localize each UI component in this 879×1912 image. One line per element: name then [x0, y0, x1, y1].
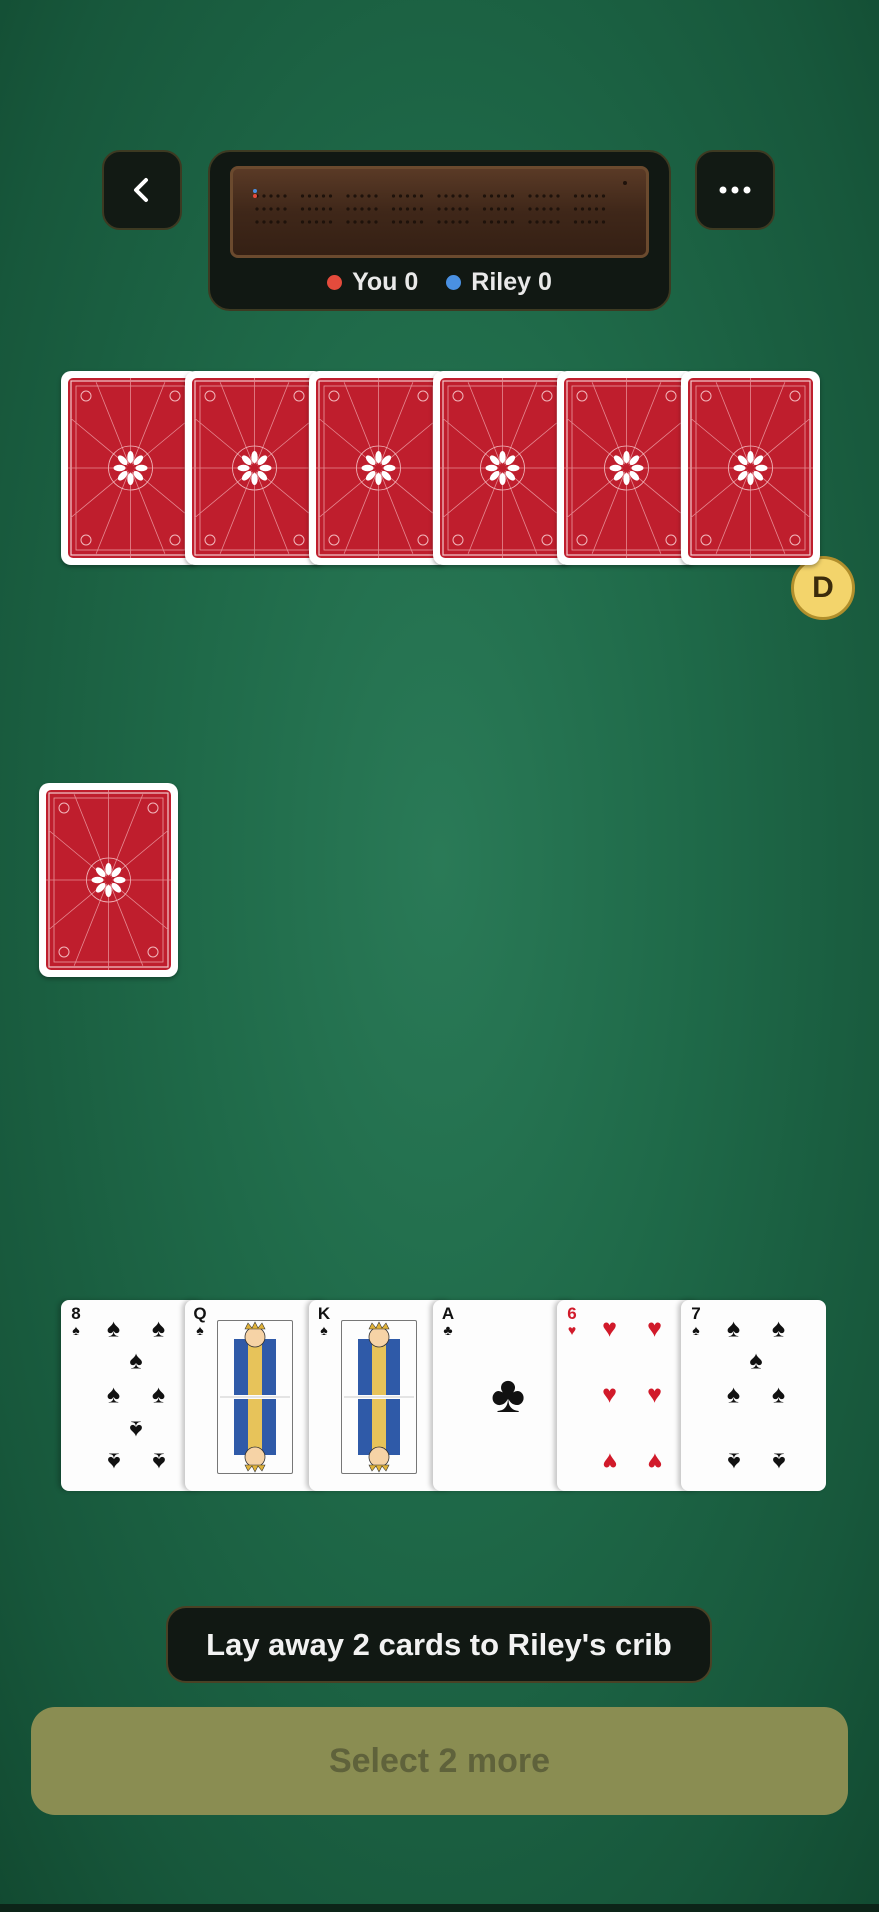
back-button[interactable] [102, 150, 182, 230]
status-text: Lay away 2 cards to Riley's crib [206, 1626, 672, 1662]
score-you: You 0 [327, 268, 418, 297]
dealer-badge-label: D [812, 571, 834, 604]
suit-pip: ♠ [151, 1447, 166, 1476]
chevron-left-icon [134, 178, 148, 202]
score-you-label: You 0 [352, 268, 419, 296]
suit-pip: ♠ [106, 1380, 121, 1409]
card-suit: ♠ [196, 1322, 204, 1338]
suit-pip: ♠ [771, 1380, 786, 1409]
suit-pip: ♠ [726, 1447, 741, 1476]
suit-pip: ♥ [602, 1447, 617, 1476]
opponent-card-back [309, 371, 448, 565]
suit-pip: ♠ [106, 1314, 121, 1343]
select-cards-button[interactable]: Select 2 more [31, 1707, 848, 1815]
suit-pip: ♠ [726, 1314, 741, 1343]
opponent-card-back [61, 371, 200, 565]
suit-pip: ♠ [771, 1314, 786, 1343]
suit-pip: ♥ [602, 1380, 617, 1409]
dealer-badge: D [791, 556, 855, 620]
opponent-card-back [185, 371, 324, 565]
suit-pip: ♠ [771, 1447, 786, 1476]
card-pips: ♠ ♠ ♠ ♠ ♠ ♠ ♠ [681, 1300, 826, 1491]
card-corner-index: K ♠ [316, 1304, 332, 1338]
card-rank: Q [193, 1304, 207, 1323]
cribbage-board [230, 166, 649, 258]
suit-pip: ♠ [749, 1346, 763, 1375]
suit-pip: ♠ [151, 1314, 166, 1343]
you-color-dot [327, 275, 343, 290]
court-figure [217, 1320, 293, 1474]
card-rank: K [317, 1304, 331, 1323]
select-cards-button-label: Select 2 more [328, 1741, 551, 1780]
scoreboard: You 0 Riley 0 [208, 150, 671, 311]
hand-card[interactable]: 7 ♠ ♠ ♠ ♠ ♠ ♠ ♠ ♠ [681, 1300, 826, 1491]
bottom-bar [0, 1904, 879, 1912]
card-corner-index: Q ♠ [192, 1304, 208, 1338]
riley-color-dot [446, 275, 462, 290]
more-horizontal-icon [719, 186, 751, 194]
opponent-card-back [557, 371, 696, 565]
suit-pip: ♥ [602, 1314, 617, 1343]
suit-pip: ♥ [647, 1380, 662, 1409]
suit-pip: ♠ [726, 1380, 741, 1409]
score-riley-label: Riley 0 [471, 268, 552, 296]
score-riley: Riley 0 [446, 268, 552, 297]
opponent-card-back [433, 371, 572, 565]
deck-pile[interactable] [39, 783, 178, 977]
suit-pip: ♠ [151, 1380, 166, 1409]
court-figure [341, 1320, 417, 1474]
suit-pip: ♠ [129, 1346, 143, 1375]
status-message: Lay away 2 cards to Riley's crib [166, 1606, 712, 1683]
suit-pip: ♣ [490, 1366, 526, 1424]
opponent-card-back [681, 371, 820, 565]
card-suit: ♠ [320, 1322, 328, 1338]
suit-pip: ♠ [106, 1447, 121, 1476]
suit-pip: ♥ [647, 1447, 662, 1476]
menu-button[interactable] [695, 150, 775, 230]
score-line: You 0 Riley 0 [210, 268, 669, 297]
suit-pip: ♥ [647, 1314, 662, 1343]
suit-pip: ♠ [129, 1415, 143, 1444]
